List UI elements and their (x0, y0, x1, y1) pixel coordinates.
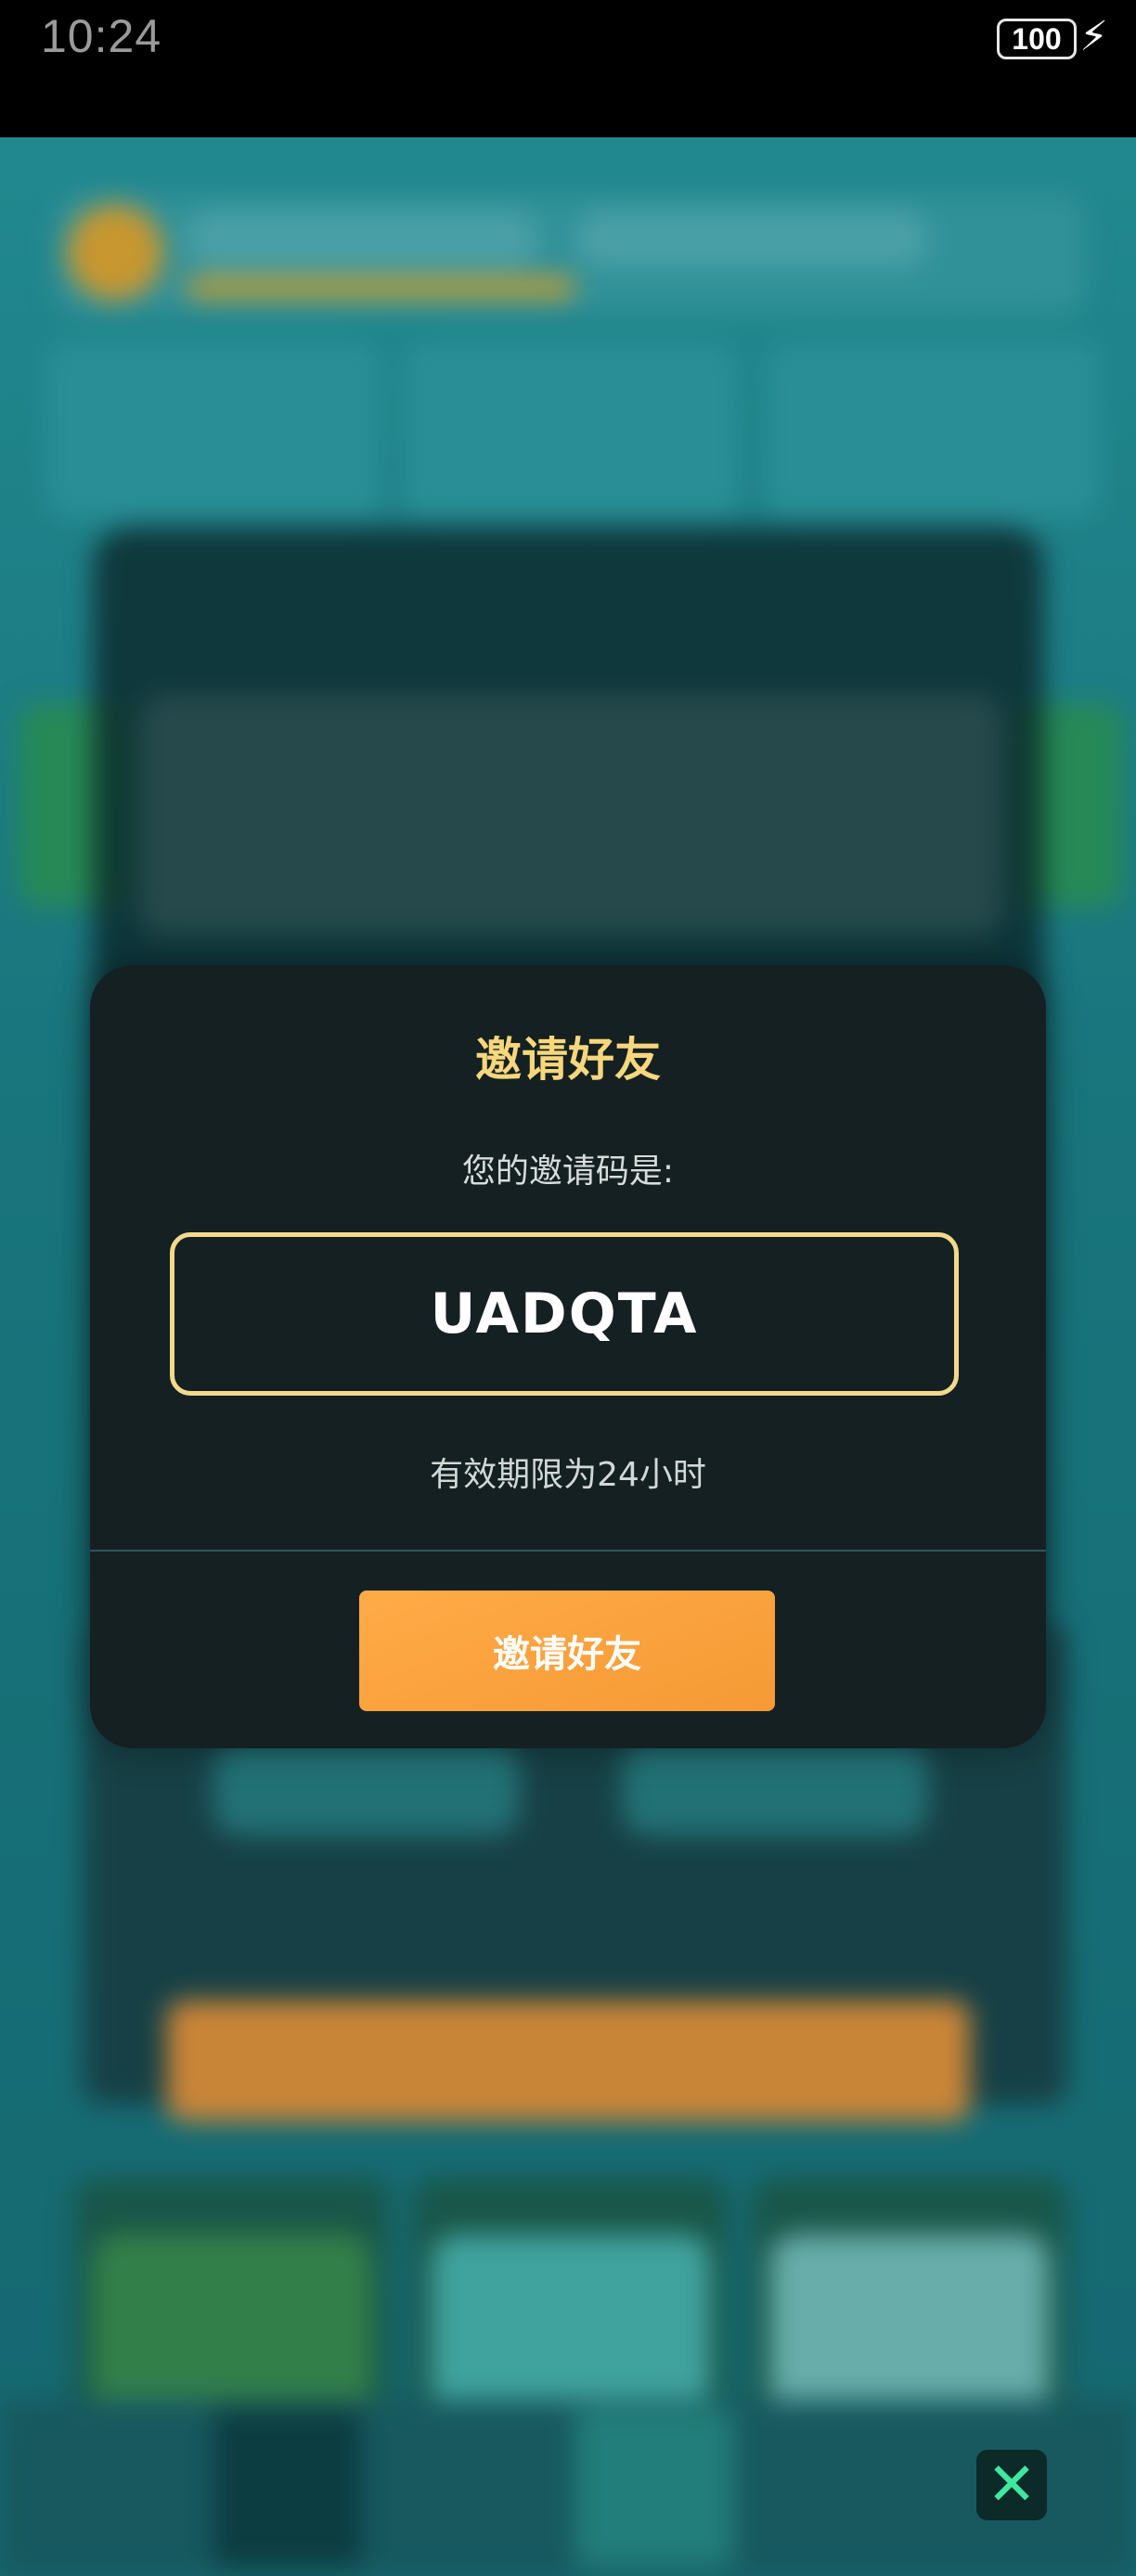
invite-modal: 邀请好友 您的邀请码是: UADQTA 有效期限为24小时 邀请好友 (90, 965, 1046, 1748)
modal-title: 邀请好友 (475, 1033, 661, 1087)
status-bar: 10:24 100 ⚡ (0, 0, 1136, 137)
modal-divider (90, 1550, 1046, 1552)
invite-code[interactable]: UADQTA (431, 1282, 699, 1346)
invite-code-box[interactable]: UADQTA (170, 1232, 959, 1396)
battery-indicator: 100 (997, 19, 1077, 59)
status-time: 10:24 (41, 10, 162, 62)
close-button[interactable]: ✕ (976, 2450, 1047, 2520)
close-icon: ✕ (987, 2451, 1037, 2519)
charging-bolt-icon: ⚡ (1079, 13, 1108, 60)
validity-text: 有效期限为24小时 (430, 1456, 706, 1494)
invite-code-label: 您的邀请码是: (461, 1153, 675, 1191)
invite-friends-button[interactable]: 邀请好友 (359, 1591, 775, 1711)
